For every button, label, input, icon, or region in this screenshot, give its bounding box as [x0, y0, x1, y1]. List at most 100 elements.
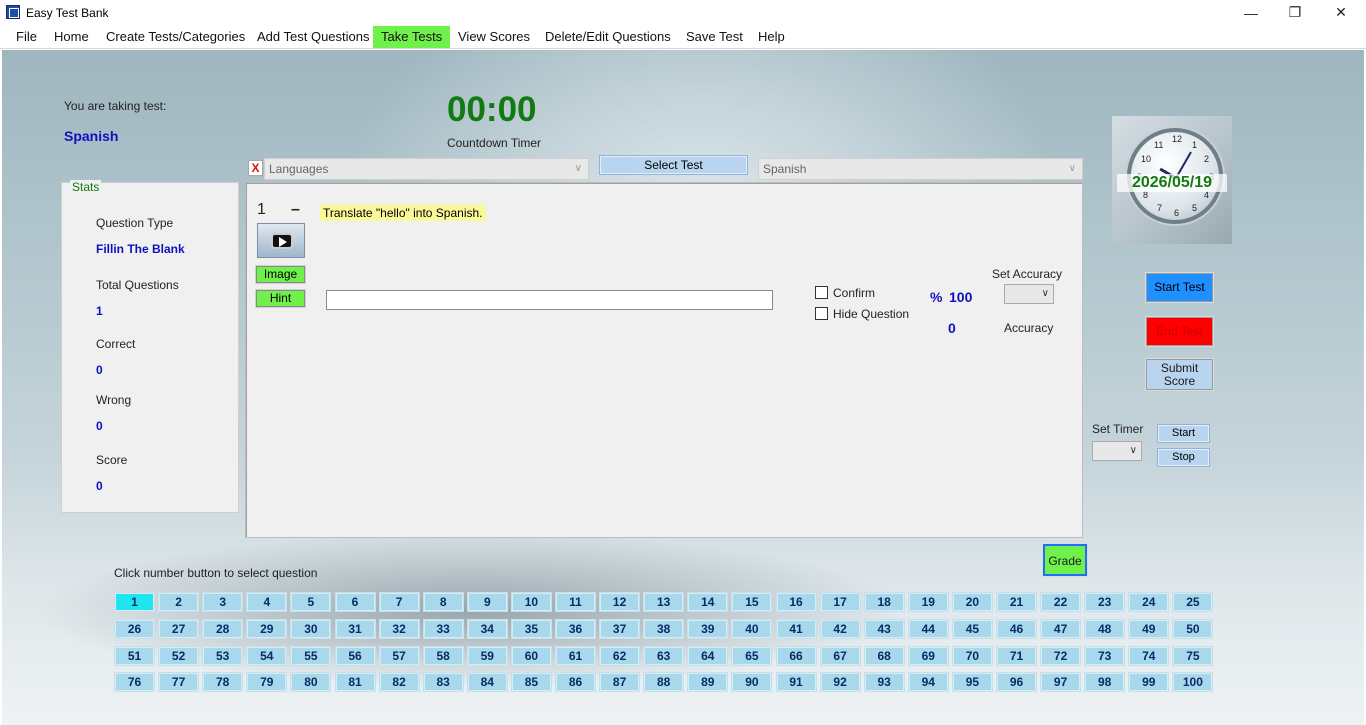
question-number-button[interactable]: 67 — [819, 645, 861, 666]
question-number-button[interactable]: 54 — [246, 645, 288, 666]
menu-add-test-questions[interactable]: Add Test Questions — [249, 26, 378, 48]
test-select[interactable]: Spanish ∨ — [758, 158, 1083, 180]
question-number-button[interactable]: 68 — [863, 645, 905, 666]
question-number-button[interactable]: 13 — [643, 592, 685, 612]
close-button[interactable]: ✕ — [1318, 0, 1364, 25]
minimize-button[interactable]: — — [1228, 0, 1274, 25]
question-number-button[interactable]: 96 — [996, 672, 1037, 693]
question-number-button[interactable]: 60 — [510, 645, 552, 666]
question-number-button[interactable]: 22 — [1040, 592, 1082, 612]
question-number-button[interactable]: 24 — [1128, 592, 1170, 612]
question-number-button[interactable]: 12 — [599, 592, 641, 612]
question-number-button[interactable]: 37 — [599, 618, 641, 639]
question-number-button[interactable]: 78 — [202, 672, 244, 693]
question-number-button[interactable]: 46 — [996, 618, 1037, 639]
question-number-button[interactable]: 94 — [907, 672, 949, 693]
question-number-button[interactable]: 70 — [951, 645, 993, 666]
menu-help[interactable]: Help — [750, 26, 793, 48]
question-number-button[interactable]: 1 — [114, 592, 155, 612]
question-number-button[interactable]: 77 — [158, 672, 200, 693]
question-number-button[interactable]: 62 — [599, 645, 641, 666]
question-number-button[interactable]: 97 — [1040, 672, 1082, 693]
question-number-button[interactable]: 76 — [114, 672, 155, 693]
menu-create-tests-categories[interactable]: Create Tests/Categories — [98, 26, 253, 48]
question-number-button[interactable]: 47 — [1040, 618, 1082, 639]
question-number-button[interactable]: 69 — [907, 645, 949, 666]
question-number-button[interactable]: 86 — [555, 672, 596, 693]
image-button[interactable]: Image — [255, 265, 306, 284]
question-number-button[interactable]: 19 — [907, 592, 949, 612]
question-number-button[interactable]: 3 — [202, 592, 244, 612]
question-number-button[interactable]: 61 — [555, 645, 596, 666]
question-number-button[interactable]: 49 — [1128, 618, 1170, 639]
menu-file[interactable]: File — [8, 26, 45, 48]
question-number-button[interactable]: 34 — [466, 618, 508, 639]
question-number-button[interactable]: 50 — [1172, 618, 1214, 639]
question-number-button[interactable]: 100 — [1172, 672, 1214, 693]
menu-delete-edit-questions[interactable]: Delete/Edit Questions — [537, 26, 679, 48]
question-number-button[interactable]: 7 — [378, 592, 420, 612]
select-test-button[interactable]: Select Test — [599, 155, 748, 175]
question-number-button[interactable]: 56 — [334, 645, 376, 666]
question-number-button[interactable]: 40 — [731, 618, 773, 639]
question-number-button[interactable]: 4 — [246, 592, 288, 612]
question-number-button[interactable]: 38 — [643, 618, 685, 639]
question-number-button[interactable]: 44 — [907, 618, 949, 639]
question-number-button[interactable]: 81 — [334, 672, 376, 693]
question-number-button[interactable]: 85 — [510, 672, 552, 693]
hint-button[interactable]: Hint — [255, 289, 306, 308]
question-number-button[interactable]: 73 — [1084, 645, 1126, 666]
question-number-button[interactable]: 31 — [334, 618, 376, 639]
question-number-button[interactable]: 82 — [378, 672, 420, 693]
answer-input[interactable] — [326, 290, 773, 310]
question-number-button[interactable]: 42 — [819, 618, 861, 639]
question-number-button[interactable]: 17 — [819, 592, 861, 612]
question-number-button[interactable]: 25 — [1172, 592, 1214, 612]
question-number-button[interactable]: 87 — [599, 672, 641, 693]
question-number-button[interactable]: 29 — [246, 618, 288, 639]
question-number-button[interactable]: 83 — [422, 672, 464, 693]
set-timer-select[interactable]: ∨ — [1092, 441, 1142, 461]
menu-home[interactable]: Home — [46, 26, 97, 48]
question-number-button[interactable]: 55 — [290, 645, 332, 666]
question-number-button[interactable]: 88 — [643, 672, 685, 693]
menu-save-test[interactable]: Save Test — [678, 26, 751, 48]
question-number-button[interactable]: 92 — [819, 672, 861, 693]
question-number-button[interactable]: 91 — [775, 672, 817, 693]
question-number-button[interactable]: 52 — [158, 645, 200, 666]
question-number-button[interactable]: 48 — [1084, 618, 1126, 639]
question-number-button[interactable]: 8 — [422, 592, 464, 612]
question-number-button[interactable]: 41 — [775, 618, 817, 639]
hide-question-checkbox[interactable] — [815, 307, 828, 320]
question-number-button[interactable]: 11 — [555, 592, 596, 612]
clear-category-icon[interactable]: X — [248, 160, 263, 176]
question-number-button[interactable]: 80 — [290, 672, 332, 693]
question-number-button[interactable]: 35 — [510, 618, 552, 639]
video-play-button[interactable] — [257, 223, 305, 258]
question-number-button[interactable]: 16 — [775, 592, 817, 612]
question-number-button[interactable]: 21 — [996, 592, 1037, 612]
question-number-button[interactable]: 95 — [951, 672, 993, 693]
grade-button[interactable]: Grade — [1042, 543, 1088, 577]
question-number-button[interactable]: 39 — [687, 618, 729, 639]
timer-start-button[interactable]: Start — [1157, 424, 1210, 443]
question-number-button[interactable]: 6 — [334, 592, 376, 612]
question-number-button[interactable]: 36 — [555, 618, 596, 639]
question-number-button[interactable]: 15 — [731, 592, 773, 612]
question-number-button[interactable]: 72 — [1040, 645, 1082, 666]
question-number-button[interactable]: 10 — [510, 592, 552, 612]
question-number-button[interactable]: 59 — [466, 645, 508, 666]
question-number-button[interactable]: 18 — [863, 592, 905, 612]
question-number-button[interactable]: 53 — [202, 645, 244, 666]
question-number-button[interactable]: 57 — [378, 645, 420, 666]
question-number-button[interactable]: 65 — [731, 645, 773, 666]
question-number-button[interactable]: 45 — [951, 618, 993, 639]
question-number-button[interactable]: 90 — [731, 672, 773, 693]
category-select[interactable]: Languages ∨ — [264, 158, 589, 180]
set-accuracy-select[interactable]: ∨ — [1004, 284, 1054, 304]
question-number-button[interactable]: 84 — [466, 672, 508, 693]
question-number-button[interactable]: 30 — [290, 618, 332, 639]
end-test-button[interactable]: End Test — [1145, 316, 1214, 347]
confirm-checkbox[interactable] — [815, 286, 828, 299]
question-number-button[interactable]: 51 — [114, 645, 155, 666]
